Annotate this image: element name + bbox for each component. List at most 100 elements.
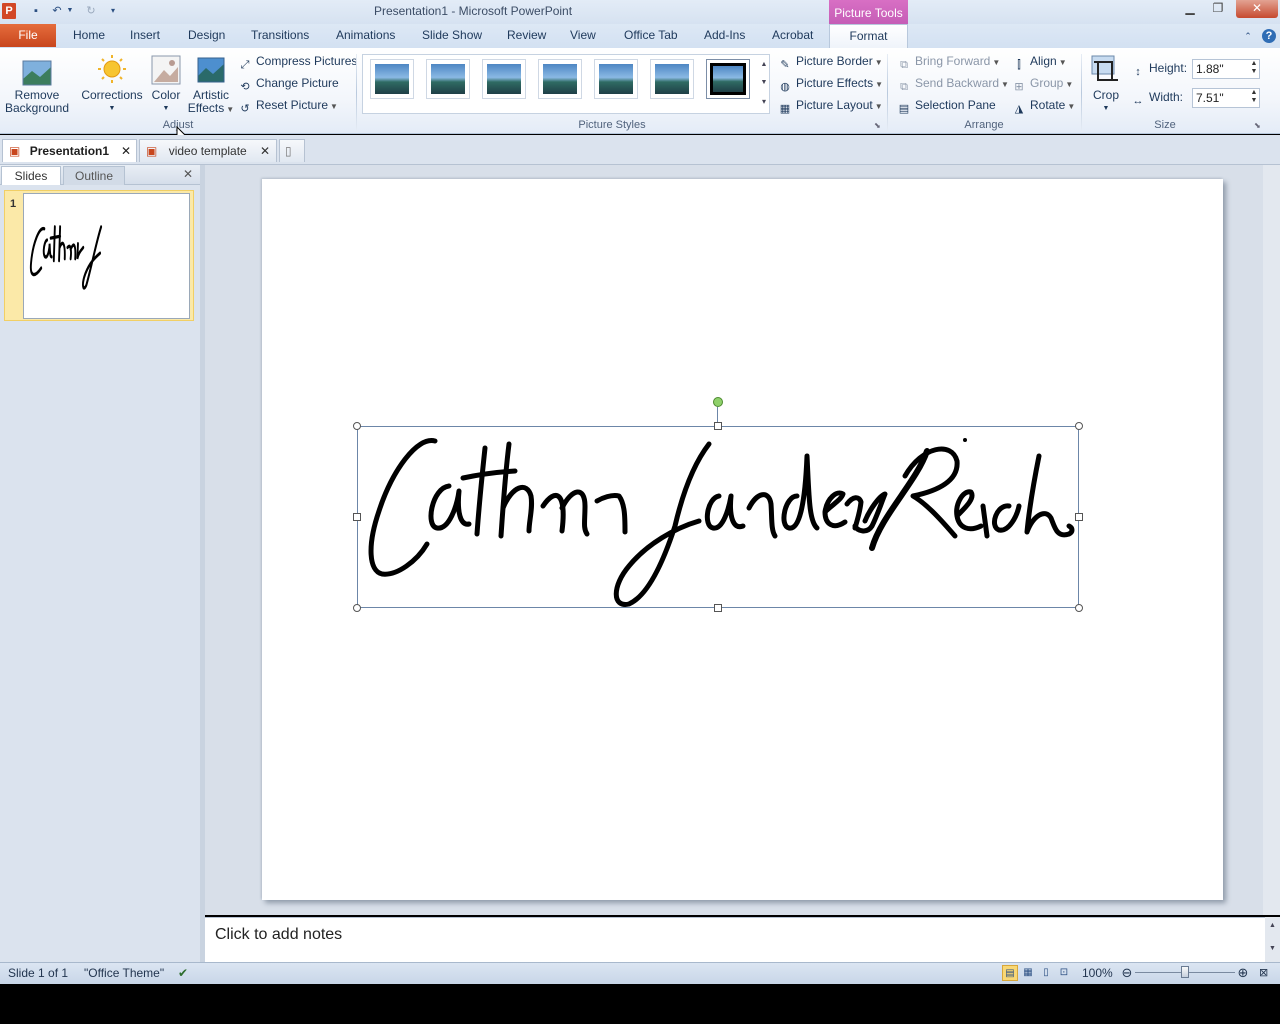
gallery-scroll-up-icon[interactable]: ▲ (759, 56, 769, 74)
doc-tab-video-template[interactable]: ▣ video template ✕ (139, 139, 277, 162)
change-picture-button[interactable]: ⟲ Change Picture (238, 73, 338, 93)
minimize-icon[interactable]: ▁ (1175, 0, 1205, 18)
theme-status[interactable]: "Office Theme" (84, 966, 164, 980)
fit-to-window-icon[interactable]: ⊠ (1259, 966, 1268, 979)
reading-view-icon[interactable]: ▯ (1038, 965, 1054, 981)
notes-scrollbar[interactable]: ▲ ▼ (1265, 917, 1280, 962)
picture-style-7[interactable] (706, 59, 750, 99)
selection-pane-button[interactable]: ▤ Selection Pane (897, 95, 996, 115)
spell-check-icon[interactable]: ✔ (178, 966, 188, 980)
corrections-button[interactable]: Corrections ▼ (80, 89, 144, 115)
gallery-scroll-down-icon[interactable]: ▼ (759, 74, 769, 92)
tab-design[interactable]: Design (188, 24, 225, 47)
height-label-group: ↕ Height: (1131, 58, 1187, 78)
picture-style-2[interactable] (426, 59, 470, 99)
picture-style-4[interactable] (538, 59, 582, 99)
presentation-file-icon: ▣ (146, 144, 158, 158)
reset-picture-button[interactable]: ↺ Reset Picture ▼ (238, 95, 338, 115)
tab-review[interactable]: Review (507, 24, 546, 47)
close-tab-icon[interactable]: ✕ (260, 140, 270, 162)
picture-layout-button[interactable]: ▦ Picture Layout ▼ (778, 95, 883, 115)
size-dialog-launcher-icon[interactable]: ⬊ (1254, 121, 1261, 130)
scroll-down-icon[interactable]: ▼ (1265, 945, 1280, 952)
align-label: Align (1030, 54, 1057, 68)
height-spinner-icon[interactable]: ▲ ▼ (1249, 60, 1259, 76)
slide-sorter-view-icon[interactable]: ▦ (1020, 965, 1036, 981)
tab-home[interactable]: Home (73, 24, 105, 47)
resize-handle-left[interactable] (353, 513, 361, 521)
signature-thumbnail-image (29, 225, 103, 290)
picture-effects-button[interactable]: ◍ Picture Effects ▼ (778, 73, 883, 93)
resize-handle-bottom[interactable] (714, 604, 722, 612)
bring-forward-button[interactable]: ⧉ Bring Forward ▼ (897, 51, 1000, 71)
compress-pictures-icon: ⤢ (240, 59, 250, 71)
normal-view-icon[interactable]: ▤ (1002, 965, 1018, 981)
help-icon[interactable]: ? (1262, 29, 1276, 43)
picture-styles-dialog-launcher-icon[interactable]: ⬊ (874, 121, 881, 130)
tab-add-ins[interactable]: Add-Ins (704, 24, 745, 47)
picture-border-icon: ✎ (780, 59, 790, 71)
reset-picture-icon: ↺ (240, 103, 250, 115)
new-tab-button[interactable]: ▯ (279, 139, 305, 162)
send-backward-button[interactable]: ⧉ Send Backward ▼ (897, 73, 1009, 93)
tab-view[interactable]: View (570, 24, 596, 47)
gallery-more-icon[interactable]: ▾ (759, 93, 769, 111)
restore-icon[interactable]: ❐ (1203, 0, 1233, 18)
zoom-slider-thumb[interactable] (1181, 966, 1189, 978)
slide-thumbnail[interactable] (23, 193, 190, 319)
artistic-effects-button[interactable]: Artistic Effects ▼ (186, 89, 236, 116)
tab-format[interactable]: Format (829, 24, 908, 49)
zoom-in-icon[interactable]: ⊕ (1236, 966, 1250, 979)
tab-slide-show[interactable]: Slide Show (422, 24, 482, 47)
tab-file[interactable]: File (0, 24, 56, 47)
scroll-up-icon[interactable]: ▲ (1265, 922, 1280, 929)
compress-pictures-label: Compress Pictures (256, 54, 358, 68)
zoom-level[interactable]: 100% (1082, 966, 1113, 980)
resize-handle-top-left[interactable] (353, 422, 361, 430)
bring-forward-label: Bring Forward (915, 54, 991, 68)
align-button[interactable]: ⫿ Align ▼ (1012, 51, 1066, 71)
tab-insert[interactable]: Insert (130, 24, 160, 47)
compress-pictures-button[interactable]: ⤢ Compress Pictures (238, 51, 358, 71)
resize-handle-bottom-right[interactable] (1075, 604, 1083, 612)
close-tab-icon[interactable]: ✕ (121, 140, 131, 162)
artistic-effects-dropdown-icon: ▼ (226, 105, 235, 114)
notes-pane[interactable] (205, 917, 1265, 962)
vertical-scrollbar[interactable] (1263, 165, 1280, 915)
width-spinner-icon[interactable]: ▲ ▼ (1249, 89, 1259, 105)
picture-border-button[interactable]: ✎ Picture Border ▼ (778, 51, 882, 71)
tab-acrobat[interactable]: Acrobat (772, 24, 813, 47)
selection-box (357, 426, 1079, 608)
group-button[interactable]: ⊞ Group ▼ (1012, 73, 1073, 93)
picture-style-6[interactable] (650, 59, 694, 99)
rotate-icon: ◮ (1014, 103, 1024, 115)
picture-style-3[interactable] (482, 59, 526, 99)
tab-animations[interactable]: Animations (336, 24, 395, 47)
close-icon[interactable]: ✕ (1236, 0, 1278, 18)
tab-slides[interactable]: Slides (1, 166, 61, 185)
picture-style-1[interactable] (370, 59, 414, 99)
minimize-ribbon-icon[interactable]: ⌃ (1241, 29, 1255, 43)
remove-background-button[interactable]: Remove Background (4, 89, 70, 115)
selection-pane-icon: ▤ (898, 103, 910, 115)
group-dropdown-icon: ▼ (1065, 80, 1074, 89)
resize-handle-bottom-left[interactable] (353, 604, 361, 612)
tab-office-tab[interactable]: Office Tab (624, 24, 678, 47)
notes-placeholder[interactable]: Click to add notes (215, 926, 342, 944)
zoom-out-icon[interactable]: ⊖ (1120, 966, 1134, 979)
doc-tab-video-template-label: video template (168, 144, 247, 158)
tab-outline[interactable]: Outline (63, 166, 125, 185)
resize-handle-right[interactable] (1075, 513, 1083, 521)
picture-style-5[interactable] (594, 59, 638, 99)
slide-show-view-icon[interactable]: ⊡ (1056, 965, 1072, 981)
close-panel-icon[interactable]: ✕ (183, 167, 193, 181)
rotate-button[interactable]: ◮ Rotate ▼ (1012, 95, 1076, 115)
height-label: Height: (1149, 61, 1188, 75)
rotation-handle[interactable] (713, 397, 723, 407)
crop-button[interactable]: Crop ▼ (1088, 89, 1124, 115)
resize-handle-top-right[interactable] (1075, 422, 1083, 430)
doc-tab-presentation1[interactable]: ▣ Presentation1 ✕ (2, 139, 137, 162)
color-button[interactable]: Color ▼ (146, 89, 186, 115)
tab-transitions[interactable]: Transitions (251, 24, 309, 47)
resize-handle-top[interactable] (714, 422, 722, 430)
